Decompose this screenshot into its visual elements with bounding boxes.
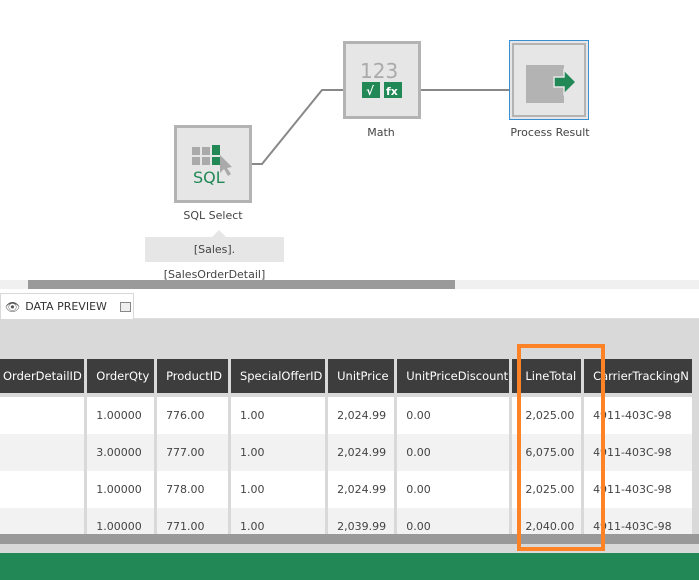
panel-tabstrip: 👁 DATA PREVIEW: [0, 289, 699, 319]
tab-data-preview[interactable]: 👁 DATA PREVIEW: [0, 293, 134, 319]
footer-bar: [0, 553, 699, 580]
cell: 771.00: [157, 508, 228, 534]
minimize-icon[interactable]: [120, 302, 131, 312]
svg-text:SQL: SQL: [193, 168, 225, 187]
cell: 1.00000: [87, 508, 154, 534]
cell: 1.00: [231, 397, 325, 434]
svg-text:fx: fx: [386, 85, 398, 98]
cell: 2,024.99: [328, 397, 394, 434]
cell: 2,039.99: [328, 508, 394, 534]
cell: 1.00: [231, 434, 325, 471]
process-result-label: Process Result: [490, 126, 610, 139]
eye-icon: 👁: [5, 300, 20, 314]
scrollbar-thumb[interactable]: [28, 280, 455, 289]
cell: 1.00000: [87, 471, 154, 508]
column-header[interactable]: OrderDetailID: [0, 359, 84, 393]
cell: 2,024.99: [328, 434, 394, 471]
cell: 0.00: [397, 508, 509, 534]
sql-select-label: SQL Select: [153, 209, 273, 222]
cell: 0.00: [397, 397, 509, 434]
flow-canvas[interactable]: SQL SQL Select [Sales].[SalesOrderDetail…: [0, 0, 699, 280]
cell: 777.00: [157, 434, 228, 471]
svg-text:√: √: [366, 84, 375, 98]
canvas-horizontal-scrollbar[interactable]: [0, 280, 699, 289]
cell: [0, 471, 84, 508]
cell: 2,024.99: [328, 471, 394, 508]
cell: [0, 434, 84, 471]
svg-text:123: 123: [360, 59, 398, 83]
math-icon: 123 √ fx: [346, 44, 418, 116]
process-result-icon: [514, 45, 586, 117]
cell: 3.00000: [87, 434, 154, 471]
cell: [0, 508, 84, 534]
column-header[interactable]: UnitPrice: [328, 359, 394, 393]
cell: 0.00: [397, 471, 509, 508]
cell: 1.00: [231, 508, 325, 534]
sql-select-node[interactable]: SQL: [174, 125, 252, 203]
cell: 1.00000: [87, 397, 154, 434]
sql-select-tooltip: [Sales].[SalesOrderDetail]: [145, 237, 284, 262]
cell: 1.00: [231, 471, 325, 508]
cell: 776.00: [157, 397, 228, 434]
cell: 778.00: [157, 471, 228, 508]
sql-select-icon: SQL: [177, 128, 249, 200]
tab-label: DATA PREVIEW: [25, 300, 107, 313]
column-header[interactable]: OrderQty: [87, 359, 154, 393]
linetotal-highlight-box: [517, 344, 605, 551]
process-result-node[interactable]: [509, 40, 589, 120]
column-header[interactable]: ProductID: [157, 359, 228, 393]
column-header[interactable]: UnitPriceDiscount: [397, 359, 509, 393]
column-header[interactable]: SpecialOfferID: [231, 359, 325, 393]
cell: [0, 397, 84, 434]
math-node[interactable]: 123 √ fx: [343, 41, 421, 119]
math-label: Math: [321, 126, 441, 139]
cell: 0.00: [397, 434, 509, 471]
